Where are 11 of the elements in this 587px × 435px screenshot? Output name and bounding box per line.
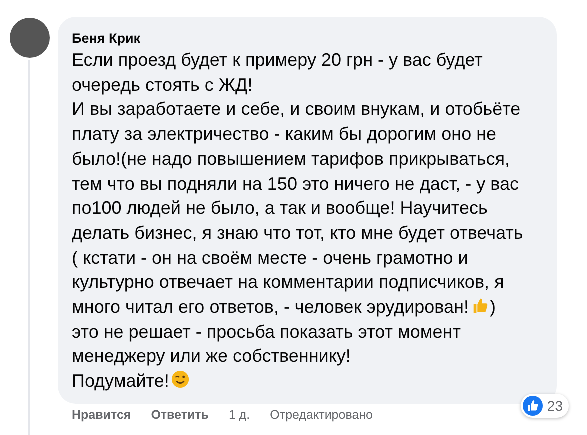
meta-text: 1 д. <box>228 408 250 422</box>
action-link[interactable]: Ответить <box>151 408 209 422</box>
reaction-count: 23 <box>547 398 563 414</box>
author-name[interactable]: Беня Крик <box>72 30 543 48</box>
meta-text: Отредактировано <box>270 408 374 422</box>
action-link[interactable]: Нравится <box>72 408 132 422</box>
avatar[interactable] <box>10 18 50 58</box>
winking-face-emoji-icon <box>171 370 190 390</box>
like-icon <box>523 396 544 416</box>
comment-text: Если проезд будет к примеру 20 грн - у вас будет очередь стоять с ЖД! И вы заработаете и себе, и своим внукам, и отобьёте плату за электричество - каким бы дорогим оно не было!(не надо повышением тарифов прикрываться, тем что вы подняли на 150 это ничего не даст, - у вас по100 людей не было, а так и вообще! Научитесь делать бизнес, я знаю что тот, кто мне будет отвечать ( кстати - он на своём месте - очень грамотно и культурно отвечает на комментарии подписчиков, я много читал его ответов, - человек эрудирован! ) это не решает - просьба показать этот момент менеджеру или же собственнику! Подумайте! <box>72 49 524 394</box>
reaction-badge[interactable]: 23 <box>521 394 569 418</box>
